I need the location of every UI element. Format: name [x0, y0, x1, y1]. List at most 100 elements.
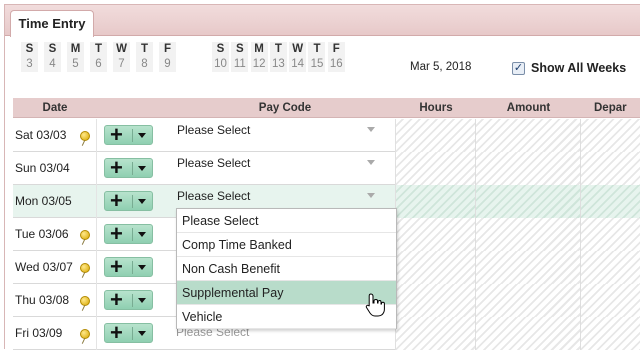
week-day-letter: S [25, 43, 34, 55]
department-cell [581, 152, 640, 185]
week-day-week1-0[interactable]: S3 [21, 42, 38, 72]
week-day-letter: F [163, 43, 172, 55]
row-date: Fri 03/09 [15, 326, 63, 340]
show-all-weeks-label: Show All Weeks [531, 61, 627, 75]
hours-cell [396, 152, 476, 185]
add-entry-button[interactable]: + [104, 123, 153, 147]
dropdown-option[interactable]: Comp Time Banked [177, 233, 396, 257]
week-day-week1-4[interactable]: W7 [113, 42, 130, 72]
week-day-number: 12 [252, 58, 266, 70]
week-day-letter: S [216, 43, 225, 55]
date-cell: Fri 03/09 [13, 317, 97, 350]
chevron-down-icon[interactable] [367, 193, 375, 198]
column-header-date[interactable]: Date [13, 98, 97, 118]
row-date: Wed 03/07 [15, 260, 73, 274]
date-cell: Tue 03/06 [13, 218, 97, 251]
add-entry-button[interactable]: + [104, 188, 153, 213]
chevron-down-icon[interactable] [138, 232, 146, 237]
plus-icon: + [110, 221, 123, 246]
column-header-department[interactable]: Depar [581, 98, 640, 118]
week-day-number: 13 [271, 58, 285, 70]
week-day-letter: S [48, 43, 57, 55]
week-day-week1-1[interactable]: S4 [44, 42, 61, 72]
week-day-week1-6[interactable]: F9 [159, 42, 176, 72]
add-entry-button[interactable]: + [104, 255, 153, 279]
chevron-down-icon[interactable] [138, 331, 146, 336]
week-day-week2-3[interactable]: T 13 [269, 42, 287, 72]
chevron-down-icon[interactable] [138, 265, 146, 270]
week-day-letter: F [332, 43, 340, 55]
show-all-weeks-checkbox[interactable]: ✓ [512, 62, 525, 75]
week-day-week1-2[interactable]: M5 [67, 42, 84, 72]
hours-cell [396, 119, 476, 152]
pay-code-select[interactable]: Please Select [174, 119, 396, 152]
pushpin-icon[interactable] [80, 296, 90, 306]
week-day-week2-5[interactable]: T 15 [308, 42, 326, 72]
column-header-amount[interactable]: Amount [476, 98, 581, 118]
chevron-down-icon[interactable] [138, 133, 146, 138]
hours-cell [396, 218, 476, 251]
row-date: Mon 03/05 [15, 194, 72, 208]
row-date: Sat 03/03 [15, 128, 67, 142]
dropdown-option[interactable]: Non Cash Benefit [177, 257, 396, 281]
week-selector-1: S3S4M5T6W7T8F9 [21, 42, 176, 72]
week-day-week2-0[interactable]: S 10 [212, 42, 229, 72]
week-day-week2-1[interactable]: S 11 [231, 42, 249, 72]
department-cell [581, 185, 640, 218]
table-row: Sat 03/03 + Please Select [13, 119, 640, 152]
pushpin-icon[interactable] [80, 131, 90, 141]
hours-cell [396, 284, 476, 317]
week-day-number: 10 [214, 58, 227, 70]
add-entry-button[interactable]: + [104, 288, 153, 312]
row-date: Tue 03/06 [15, 227, 69, 241]
column-header-pay-code[interactable]: Pay Code [174, 98, 396, 118]
column-header-hours[interactable]: Hours [396, 98, 476, 118]
week-day-letter: T [274, 43, 282, 55]
chevron-down-icon[interactable] [138, 166, 146, 171]
pushpin-icon[interactable] [80, 230, 90, 240]
button-divider [132, 261, 133, 274]
pay-code-value: Please Select [177, 189, 251, 203]
chevron-down-icon[interactable] [367, 160, 375, 165]
week-day-letter: W [116, 43, 127, 55]
week-day-number: 4 [49, 58, 56, 70]
week-day-week2-2[interactable]: M 12 [250, 42, 268, 72]
plus-icon: + [110, 188, 123, 213]
dropdown-option[interactable]: Vehicle [177, 305, 396, 329]
department-cell [581, 119, 640, 152]
amount-cell [476, 317, 581, 350]
chevron-down-icon[interactable] [367, 127, 375, 132]
amount-cell [476, 251, 581, 284]
button-divider [132, 228, 133, 241]
pay-code-value: Please Select [177, 156, 251, 170]
amount-cell [476, 284, 581, 317]
tab-time-entry[interactable]: Time Entry [10, 10, 94, 37]
chevron-down-icon[interactable] [138, 199, 146, 204]
pushpin-icon[interactable] [80, 263, 90, 273]
row-date: Sun 03/04 [15, 161, 70, 175]
add-entry-button[interactable]: + [104, 221, 153, 246]
dropdown-option[interactable]: Supplemental Pay [177, 281, 396, 305]
week-day-letter: M [70, 43, 81, 55]
week-day-week2-6[interactable]: F 16 [327, 42, 345, 72]
pay-code-select[interactable]: Please Select [174, 152, 396, 185]
hours-cell [396, 185, 476, 218]
week-day-letter: M [254, 43, 264, 55]
chevron-down-icon[interactable] [138, 298, 146, 303]
week-day-week1-5[interactable]: T8 [136, 42, 153, 72]
add-entry-button[interactable]: + [104, 321, 153, 345]
amount-cell [476, 218, 581, 251]
dropdown-option[interactable]: Please Select [177, 209, 396, 233]
pay-code-dropdown-list: Please Select Comp Time Banked Non Cash Be… [176, 208, 397, 329]
week-day-letter: T [140, 43, 149, 55]
week-day-week2-4[interactable]: W 14 [289, 42, 307, 72]
button-divider [132, 294, 133, 307]
week-day-number: 15 [310, 58, 324, 70]
pushpin-icon[interactable] [80, 329, 90, 339]
button-divider [132, 129, 133, 142]
week-day-week1-3[interactable]: T6 [90, 42, 107, 72]
hours-cell [396, 317, 476, 350]
week-day-number: 11 [233, 58, 246, 70]
amount-cell [476, 119, 581, 152]
add-entry-button[interactable]: + [104, 156, 153, 180]
